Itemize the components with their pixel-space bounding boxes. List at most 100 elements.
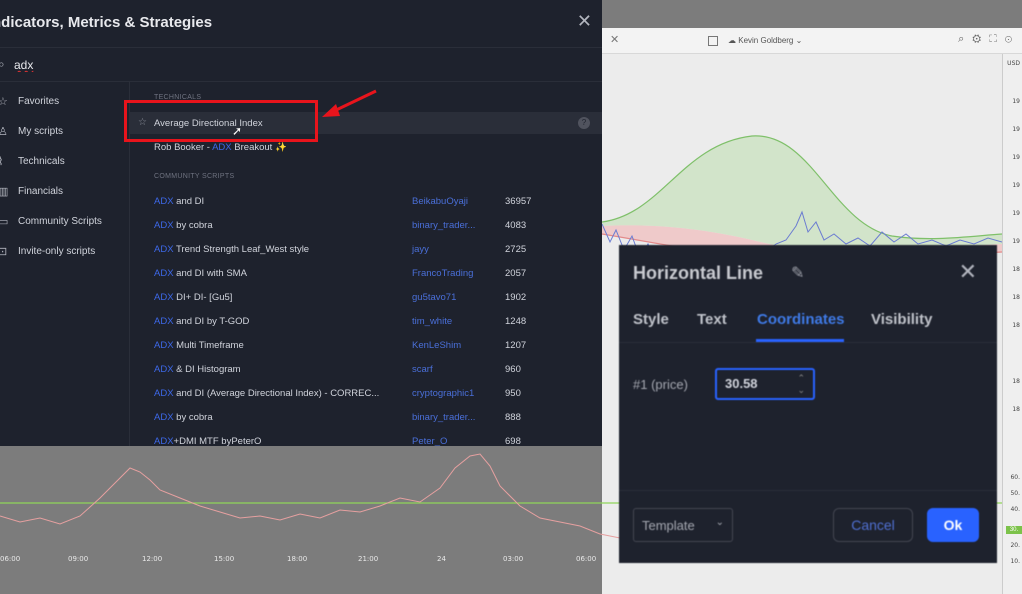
- sidebar-item-favorites[interactable]: ☆ Favorites: [0, 90, 130, 112]
- search-match: ADX: [154, 244, 174, 255]
- script-name-prefix: Rob Booker -: [154, 142, 213, 153]
- sidebar-item-invite-only-scripts[interactable]: ⊡ Invite-only scripts: [0, 240, 130, 262]
- sparkle-icon: ✨: [274, 142, 287, 153]
- annotation-arrow-icon: [322, 89, 377, 117]
- price-tick: 19: [1012, 182, 1020, 189]
- search-match: ADX: [154, 316, 174, 327]
- list-item[interactable]: ADX by cobra binary_trader... 888: [130, 406, 602, 428]
- script-name: ADX by cobra: [154, 220, 213, 231]
- tab-bar: Style Text Coordinates Visibility: [619, 309, 997, 343]
- sidebar-item-financials[interactable]: ▥ Financials: [0, 180, 130, 202]
- info-icon[interactable]: ?: [578, 117, 590, 129]
- chart-toolbar: ✕ ☁ Kevin Goldberg ⌄ ⌕⚙⛶⊙: [602, 28, 1022, 54]
- time-tick: 09:00: [68, 555, 89, 563]
- script-likes: 1207: [505, 340, 527, 351]
- script-likes: 698: [505, 436, 521, 446]
- user-name: Kevin Goldberg: [738, 36, 794, 45]
- sidebar: ☆ Favorites ♙ My scripts ⌇ Technicals ▥ …: [0, 82, 130, 446]
- script-author[interactable]: binary_trader...: [412, 412, 475, 423]
- layout-icon[interactable]: [708, 36, 718, 46]
- time-tick: 15:00: [214, 555, 235, 563]
- close-icon[interactable]: ✕: [610, 33, 619, 46]
- script-author[interactable]: scarf: [412, 364, 433, 375]
- list-item[interactable]: ADX and DI BeikabuOyaji 36957: [130, 190, 602, 212]
- search-match: ADX: [212, 142, 232, 153]
- search-match: ADX: [154, 364, 174, 375]
- search-match: ADX: [154, 220, 174, 231]
- list-item[interactable]: ADX Multi Timeframe KenLeShim 1207: [130, 334, 602, 356]
- user-menu[interactable]: ☁ Kevin Goldberg ⌄: [728, 36, 802, 45]
- price-input[interactable]: 30.58 ⌃ ⌄: [715, 368, 815, 400]
- list-item[interactable]: ADX+DMI MTF byPeterO Peter_O 698: [130, 430, 602, 446]
- time-tick: 12:00: [142, 555, 163, 563]
- sidebar-item-label: Community Scripts: [18, 215, 102, 227]
- script-name-rest: and DI: [173, 196, 205, 207]
- time-tick: 06:00: [576, 555, 597, 563]
- sidebar-item-label: Invite-only scripts: [18, 245, 96, 257]
- dialog-title: Horizontal Line: [633, 263, 763, 283]
- script-author[interactable]: cryptographic1: [412, 388, 474, 399]
- script-name-rest: by cobra: [173, 220, 213, 231]
- script-name: ADX and DI: [154, 196, 204, 207]
- script-author[interactable]: KenLeShim: [412, 340, 461, 351]
- list-item[interactable]: ADX & DI Histogram scarf 960: [130, 358, 602, 380]
- script-name: ADX+DMI MTF byPeterO: [154, 436, 261, 446]
- time-tick: 06:00: [0, 555, 21, 563]
- script-author[interactable]: BeikabuOyaji: [412, 196, 468, 207]
- tab-coordinates[interactable]: Coordinates: [757, 311, 845, 328]
- lock-icon: ⊡: [0, 245, 8, 258]
- script-name-rest: and DI by T-GOD: [173, 316, 250, 327]
- script-author[interactable]: FrancoTrading: [412, 268, 473, 279]
- list-item[interactable]: ADX Trend Strength Leaf_West style jayy 27…: [130, 238, 602, 260]
- list-item[interactable]: ADX by cobra binary_trader... 4083: [130, 214, 602, 236]
- dialog-title: ndicators, Metrics & Strategies: [0, 14, 213, 31]
- toolbar-icons[interactable]: ⌕⚙⛶⊙: [958, 33, 1020, 46]
- tab-visibility[interactable]: Visibility: [871, 311, 932, 328]
- script-author[interactable]: tim_white: [412, 316, 452, 327]
- script-author[interactable]: gu5tavo71: [412, 292, 456, 303]
- price-tick: 18: [1012, 406, 1020, 413]
- close-icon[interactable]: ✕: [577, 11, 592, 32]
- script-name-rest: and DI (Average Directional Index) - COR…: [173, 388, 380, 399]
- search-input[interactable]: [14, 56, 574, 74]
- search-bar: ⌕: [0, 48, 602, 82]
- list-item[interactable]: ADX and DI (Average Directional Index) -…: [130, 382, 602, 404]
- script-name-rest: Multi Timeframe: [173, 340, 244, 351]
- stepper-icon[interactable]: ⌃ ⌄: [797, 372, 805, 396]
- script-author[interactable]: binary_trader...: [412, 220, 475, 231]
- chart-icon: ⌇: [0, 155, 4, 168]
- sidebar-item-my-scripts[interactable]: ♙ My scripts: [0, 120, 130, 142]
- sidebar-item-technicals[interactable]: ⌇ Technicals: [0, 150, 130, 172]
- script-name: ADX Trend Strength Leaf_West style: [154, 244, 309, 255]
- search-match: ADX: [154, 340, 174, 351]
- book-icon: ▭: [0, 215, 9, 228]
- tab-style[interactable]: Style: [633, 311, 669, 328]
- sidebar-item-community-scripts[interactable]: ▭ Community Scripts: [0, 210, 130, 232]
- close-icon[interactable]: ✕: [959, 259, 977, 285]
- template-dropdown[interactable]: Template ⌄: [633, 508, 733, 542]
- sidebar-item-label: My scripts: [18, 125, 63, 137]
- currency-label: USD: [1007, 60, 1020, 67]
- script-name: ADX Multi Timeframe: [154, 340, 244, 351]
- script-name-rest: and DI with SMA: [173, 268, 247, 279]
- ok-button[interactable]: Ok: [927, 508, 979, 542]
- pencil-icon[interactable]: ✎: [791, 263, 804, 283]
- list-item[interactable]: ADX and DI with SMA FrancoTrading 2057: [130, 262, 602, 284]
- annotation-highlight-box: [124, 100, 318, 142]
- time-tick: 03:00: [503, 555, 524, 563]
- dialog-header: ndicators, Metrics & Strategies ✕: [0, 0, 602, 48]
- list-item[interactable]: ADX DI+ DI- [Gu5] gu5tavo71 1902: [130, 286, 602, 308]
- script-name: ADX by cobra: [154, 412, 213, 423]
- search-match: ADX: [154, 412, 174, 423]
- time-tick: 18:00: [287, 555, 308, 563]
- list-item[interactable]: ADX and DI by T-GOD tim_white 1248: [130, 310, 602, 332]
- bar-chart-icon: ▥: [0, 185, 9, 198]
- tab-text[interactable]: Text: [697, 311, 727, 328]
- search-icon: ⌕: [0, 57, 5, 71]
- script-author[interactable]: Peter_O: [412, 436, 447, 446]
- script-name-rest: +DMI MTF byPeterO: [173, 436, 262, 446]
- script-likes: 2725: [505, 244, 527, 255]
- cancel-button[interactable]: Cancel: [833, 508, 913, 542]
- script-author[interactable]: jayy: [412, 244, 429, 255]
- price-field-label: #1 (price): [633, 377, 688, 392]
